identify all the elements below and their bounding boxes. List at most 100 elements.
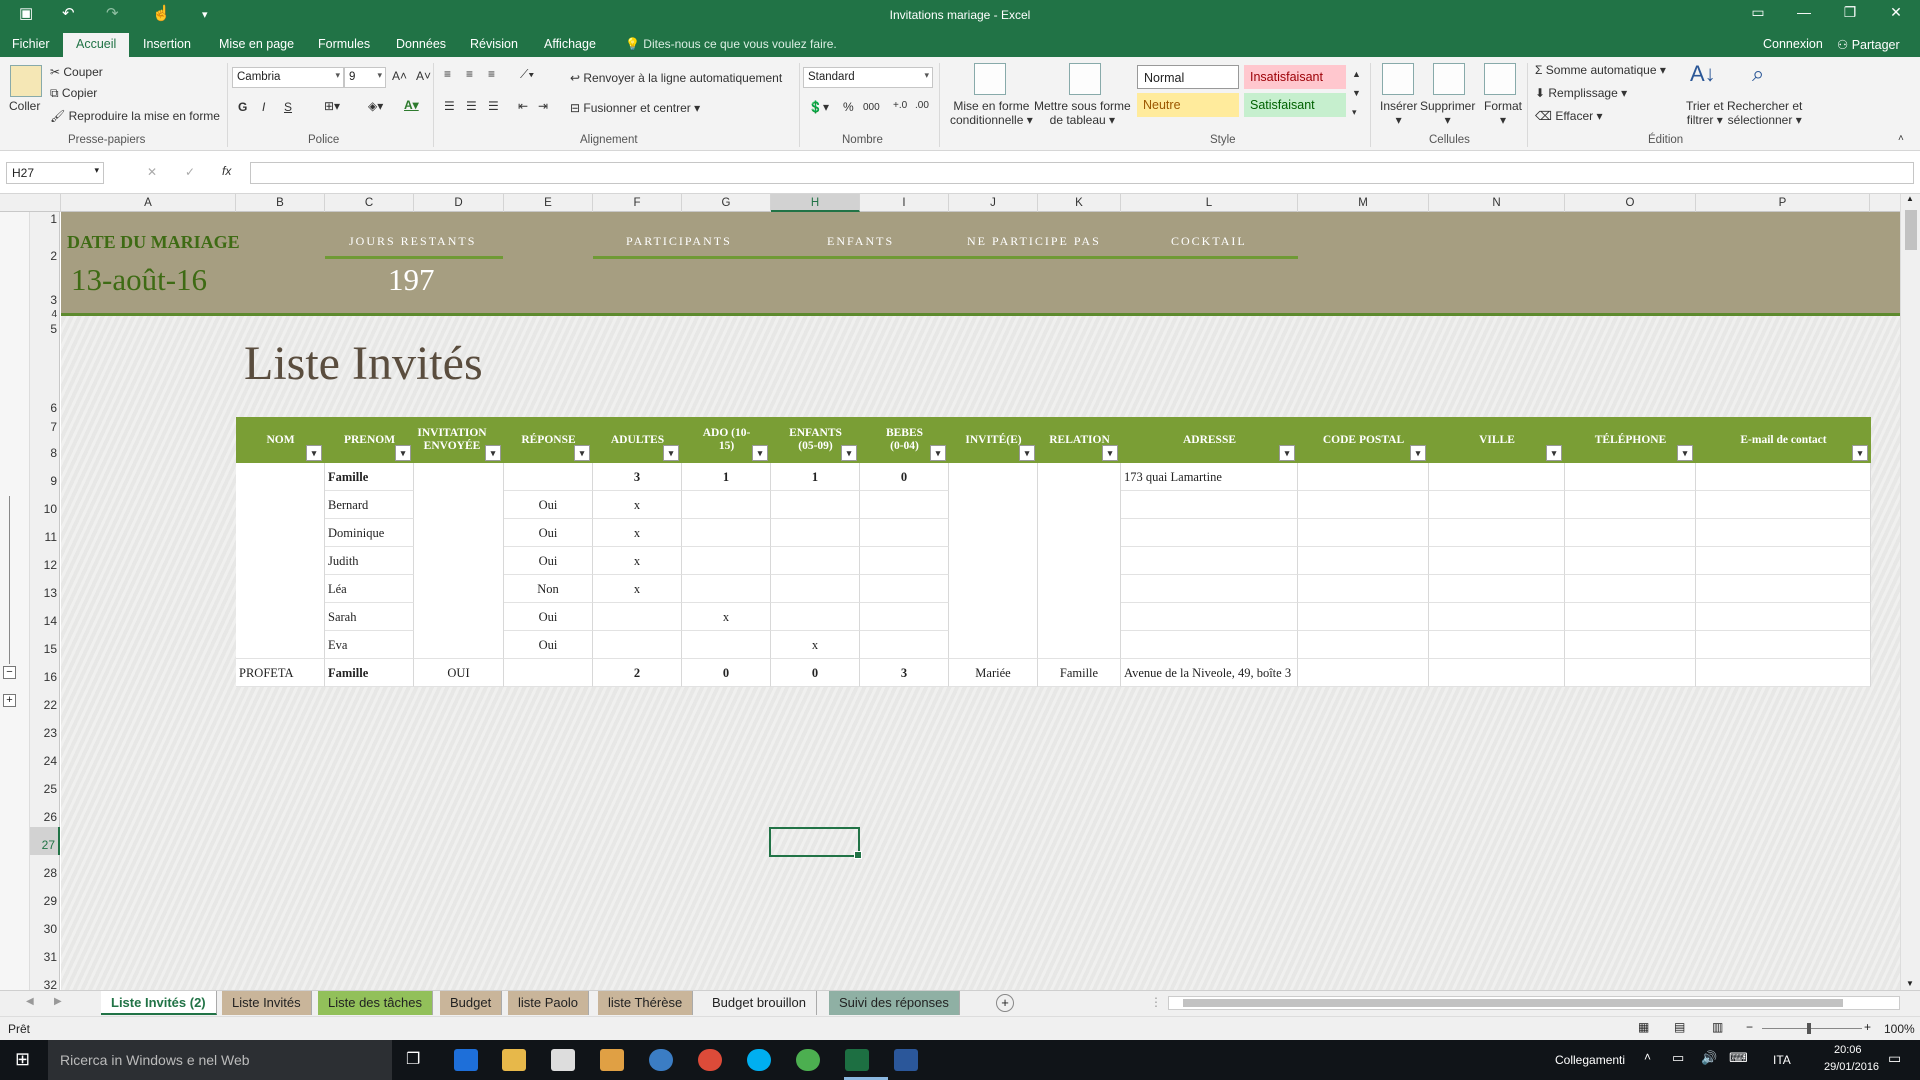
row-header[interactable]: 7 <box>30 417 60 434</box>
table-cell[interactable] <box>1696 631 1871 659</box>
autosum-button[interactable]: Σ Somme automatique ▾ <box>1535 63 1666 77</box>
table-cell[interactable] <box>860 519 949 547</box>
sheet-tab[interactable]: Budget <box>440 991 503 1015</box>
table-cell[interactable] <box>1429 491 1565 519</box>
table-cell[interactable] <box>1121 547 1298 575</box>
table-cell[interactable] <box>1429 575 1565 603</box>
store-icon[interactable] <box>551 1049 575 1071</box>
insert-function-button[interactable]: fx <box>222 164 231 178</box>
tell-me-input[interactable]: 💡 Dites-nous ce que vous voulez faire. <box>625 37 837 51</box>
table-cell[interactable] <box>1298 631 1429 659</box>
task-view-icon[interactable]: ❐ <box>406 1049 420 1069</box>
page-break-view-icon[interactable]: ▥ <box>1712 1020 1723 1034</box>
sheet-tab[interactable]: Budget brouillon <box>702 991 817 1015</box>
table-cell[interactable] <box>1696 519 1871 547</box>
next-sheet-icon[interactable]: ▶ <box>54 996 62 1007</box>
column-header[interactable]: L <box>1121 194 1298 212</box>
row-header[interactable]: 24 <box>30 743 60 771</box>
normal-view-icon[interactable]: ▦ <box>1638 1020 1649 1034</box>
collapse-ribbon-icon[interactable]: ˄ <box>1898 133 1904 144</box>
filter-dropdown-icon[interactable]: ▾ <box>752 445 768 461</box>
chrome-icon[interactable] <box>698 1049 722 1071</box>
scrollbar-thumb[interactable] <box>1183 999 1843 1007</box>
table-cell[interactable] <box>771 603 860 631</box>
cancel-icon[interactable]: ✕ <box>147 165 157 179</box>
table-cell[interactable]: x <box>593 575 682 603</box>
grow-font-icon[interactable]: A˄ <box>392 69 407 83</box>
table-cell[interactable] <box>1565 603 1696 631</box>
table-cell[interactable]: 3 <box>860 659 949 687</box>
table-cell[interactable]: Mariée <box>949 659 1038 687</box>
align-left-icon[interactable]: ☰ <box>444 99 455 113</box>
table-cell[interactable] <box>860 547 949 575</box>
find-select-button[interactable]: Rechercher et sélectionner ▾ <box>1727 99 1802 127</box>
conditional-format-icon[interactable] <box>974 63 1006 95</box>
row-header[interactable]: 28 <box>30 855 60 883</box>
table-cell[interactable] <box>1429 603 1565 631</box>
thousands-button[interactable]: 000 <box>863 102 880 113</box>
prev-sheet-icon[interactable]: ◀ <box>26 996 34 1007</box>
align-right-icon[interactable]: ☰ <box>488 99 499 113</box>
align-middle-icon[interactable]: ≡ <box>466 67 473 81</box>
table-cell[interactable] <box>1298 659 1429 687</box>
paste-button[interactable]: Coller <box>9 99 40 113</box>
table-cell[interactable] <box>1429 547 1565 575</box>
table-cell[interactable] <box>1565 491 1696 519</box>
table-cell[interactable] <box>1121 603 1298 631</box>
row-header[interactable]: 14 <box>30 603 60 631</box>
row-header[interactable]: 12 <box>30 547 60 575</box>
table-cell[interactable] <box>1298 547 1429 575</box>
expand-group-icon[interactable]: + <box>3 694 16 707</box>
table-cell[interactable] <box>1696 575 1871 603</box>
row-header[interactable]: 8 <box>30 433 60 463</box>
row-header[interactable]: 16 <box>30 659 60 687</box>
clock-date[interactable]: 29/01/2016 <box>1824 1061 1879 1073</box>
italic-button[interactable]: I <box>262 100 265 114</box>
row-header[interactable]: 22 <box>30 687 60 715</box>
filter-dropdown-icon[interactable]: ▾ <box>1102 445 1118 461</box>
table-cell[interactable] <box>1565 519 1696 547</box>
row-header[interactable]: 1 <box>30 212 60 226</box>
table-cell[interactable] <box>1696 603 1871 631</box>
tab-page-layout[interactable]: Mise en page <box>219 37 294 51</box>
sheet-tab[interactable]: Suivi des réponses <box>829 991 960 1015</box>
row-header[interactable]: 32 <box>30 967 60 992</box>
column-header[interactable]: O <box>1565 194 1696 212</box>
table-cell[interactable]: Oui <box>504 631 593 659</box>
filter-dropdown-icon[interactable]: ▾ <box>841 445 857 461</box>
table-cell[interactable]: Sarah <box>325 603 414 631</box>
wrap-text-button[interactable]: ↩ Renvoyer à la ligne automatiquement <box>570 71 782 85</box>
row-header[interactable]: 5 <box>30 319 60 336</box>
table-cell[interactable] <box>236 463 325 659</box>
align-center-icon[interactable]: ☰ <box>466 99 477 113</box>
sheet-tab[interactable]: Liste des tâches <box>318 991 433 1015</box>
table-cell[interactable]: Famille <box>325 463 414 491</box>
sheet-tab[interactable]: liste Paolo <box>508 991 589 1015</box>
table-cell[interactable]: Bernard <box>325 491 414 519</box>
signin-link[interactable]: Connexion <box>1763 37 1823 51</box>
table-cell[interactable]: 0 <box>771 659 860 687</box>
filter-dropdown-icon[interactable]: ▾ <box>306 445 322 461</box>
table-cell[interactable]: 2 <box>593 659 682 687</box>
file-explorer-icon[interactable] <box>502 1049 526 1071</box>
sheet-tab[interactable]: Liste Invités (2) <box>101 991 217 1015</box>
format-cells-button[interactable]: Format ▾ <box>1484 99 1522 127</box>
thunderbird-icon[interactable] <box>649 1049 673 1071</box>
row-header[interactable]: 13 <box>30 575 60 603</box>
style-normal[interactable]: Normal <box>1137 65 1239 89</box>
table-cell[interactable] <box>771 547 860 575</box>
currency-icon[interactable]: 💲▾ <box>808 100 829 114</box>
column-header[interactable]: I <box>860 194 949 212</box>
sort-filter-icon[interactable]: A↓ <box>1690 61 1716 87</box>
format-cells-icon[interactable] <box>1484 63 1516 95</box>
format-as-table-icon[interactable] <box>1069 63 1101 95</box>
tab-review[interactable]: Révision <box>470 37 518 51</box>
table-cell[interactable] <box>771 491 860 519</box>
scroll-down-icon[interactable]: ▼ <box>1906 979 1914 988</box>
borders-icon[interactable]: ⊞▾ <box>324 99 340 113</box>
scroll-up-icon[interactable]: ▲ <box>1906 194 1914 203</box>
table-cell[interactable]: PROFETA <box>236 659 325 687</box>
filter-dropdown-icon[interactable]: ▾ <box>663 445 679 461</box>
styles-scroll-icon[interactable]: ▲ ▼ ▾ <box>1352 65 1361 122</box>
chevron-up-icon[interactable]: ˄ <box>1644 1050 1651 1064</box>
